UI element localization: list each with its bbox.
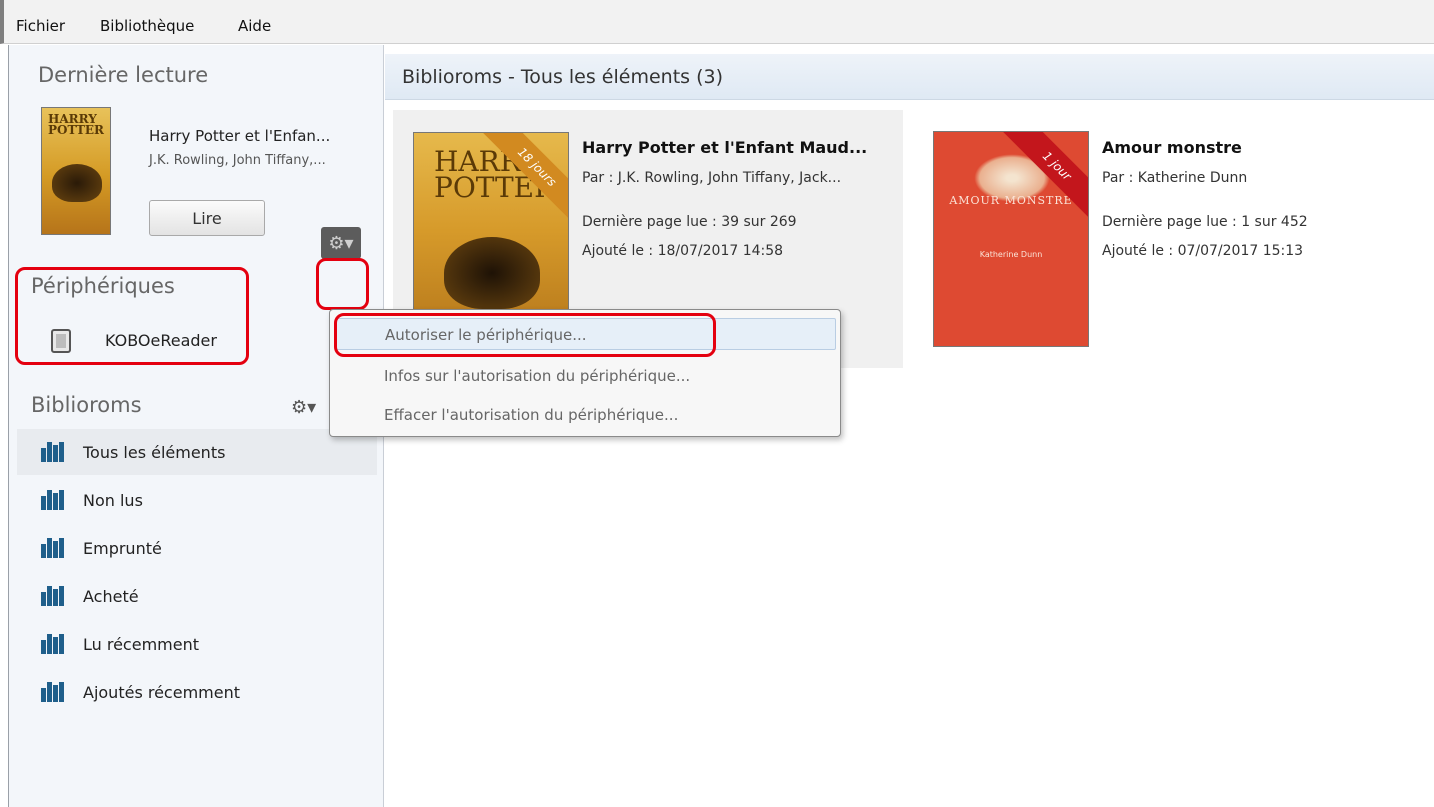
bookshelf-icon bbox=[41, 490, 65, 510]
gear-highlight bbox=[316, 258, 369, 310]
nav-item-unread[interactable]: Non lus bbox=[17, 477, 377, 523]
book-title[interactable]: Harry Potter et l'Enfant Maud... bbox=[582, 138, 867, 157]
cover-art bbox=[52, 164, 102, 202]
nav-label: Lu récemment bbox=[83, 635, 199, 654]
menu-bibliotheque[interactable]: Bibliothèque bbox=[100, 17, 194, 35]
nav-item-recently-added[interactable]: Ajoutés récemment bbox=[17, 669, 377, 715]
book-title[interactable]: Amour monstre bbox=[1102, 138, 1242, 157]
menu-item-label: Infos sur l'autorisation du périphérique… bbox=[384, 367, 691, 385]
book-cover-2[interactable]: AMOUR MONSTRE Katherine Dunn 1 jour bbox=[933, 131, 1089, 347]
devices-highlight bbox=[15, 267, 249, 365]
menu-bar: Fichier Bibliothèque Aide bbox=[0, 0, 1434, 44]
recent-book-cover[interactable]: HARRY POTTER bbox=[41, 107, 111, 235]
read-button[interactable]: Lire bbox=[149, 200, 265, 236]
recent-book-author: J.K. Rowling, John Tiffany,... bbox=[149, 153, 326, 168]
recent-reading-title: Dernière lecture bbox=[38, 63, 209, 87]
menu-item-label: Effacer l'autorisation du périphérique..… bbox=[384, 406, 679, 424]
book-added: Ajouté le : 18/07/2017 14:58 bbox=[582, 243, 784, 259]
cover-title: AMOUR MONSTRE bbox=[949, 194, 1073, 207]
recent-cover-title: HARRY POTTER bbox=[48, 112, 105, 137]
page-title: Biblioroms - Tous les éléments (3) bbox=[402, 66, 724, 88]
menu-item-clear-authorization[interactable]: Effacer l'autorisation du périphérique..… bbox=[336, 399, 836, 431]
nav-label: Tous les éléments bbox=[83, 443, 226, 462]
book-cover-1[interactable]: HARRY POTTER 18 jours bbox=[413, 132, 569, 330]
authorize-highlight bbox=[334, 313, 716, 357]
sidebar: Dernière lecture HARRY POTTER Harry Pott… bbox=[8, 45, 384, 807]
bookshelf-icon bbox=[41, 634, 65, 654]
menu-fichier[interactable]: Fichier bbox=[16, 17, 65, 35]
bookshelf-icon bbox=[41, 538, 65, 558]
bookshelf-icon bbox=[41, 442, 65, 462]
nav-item-borrowed[interactable]: Emprunté bbox=[17, 525, 377, 571]
nav-label: Ajoutés récemment bbox=[83, 683, 240, 702]
nav-item-recently-read[interactable]: Lu récemment bbox=[17, 621, 377, 667]
gear-icon[interactable]: ⚙▾ bbox=[291, 397, 316, 418]
main-header: Biblioroms - Tous les éléments (3) bbox=[385, 54, 1434, 100]
nav-item-purchased[interactable]: Acheté bbox=[17, 573, 377, 619]
cover-art bbox=[444, 237, 540, 309]
book-author: Par : Katherine Dunn bbox=[1102, 170, 1248, 186]
book-author: Par : J.K. Rowling, John Tiffany, Jack..… bbox=[582, 170, 842, 186]
nav-label: Acheté bbox=[83, 587, 139, 606]
book-last-page: Dernière page lue : 1 sur 452 bbox=[1102, 214, 1308, 230]
nav-label: Emprunté bbox=[83, 539, 162, 558]
bookshelf-icon bbox=[41, 682, 65, 702]
nav-item-all[interactable]: Tous les éléments bbox=[17, 429, 377, 475]
book-added: Ajouté le : 07/07/2017 15:13 bbox=[1102, 243, 1304, 259]
menu-aide[interactable]: Aide bbox=[238, 17, 271, 35]
recent-book-title[interactable]: Harry Potter et l'Enfan... bbox=[149, 127, 330, 145]
book-last-page: Dernière page lue : 39 sur 269 bbox=[582, 214, 797, 230]
device-settings-button[interactable]: ⚙▾ bbox=[315, 223, 371, 263]
cover-author: Katherine Dunn bbox=[979, 250, 1043, 259]
nav-label: Non lus bbox=[83, 491, 143, 510]
biblioroms-title: Biblioroms bbox=[31, 393, 142, 417]
bookshelf-icon bbox=[41, 586, 65, 606]
gear-icon: ⚙▾ bbox=[321, 227, 361, 259]
menu-item-authorization-info[interactable]: Infos sur l'autorisation du périphérique… bbox=[336, 360, 836, 392]
